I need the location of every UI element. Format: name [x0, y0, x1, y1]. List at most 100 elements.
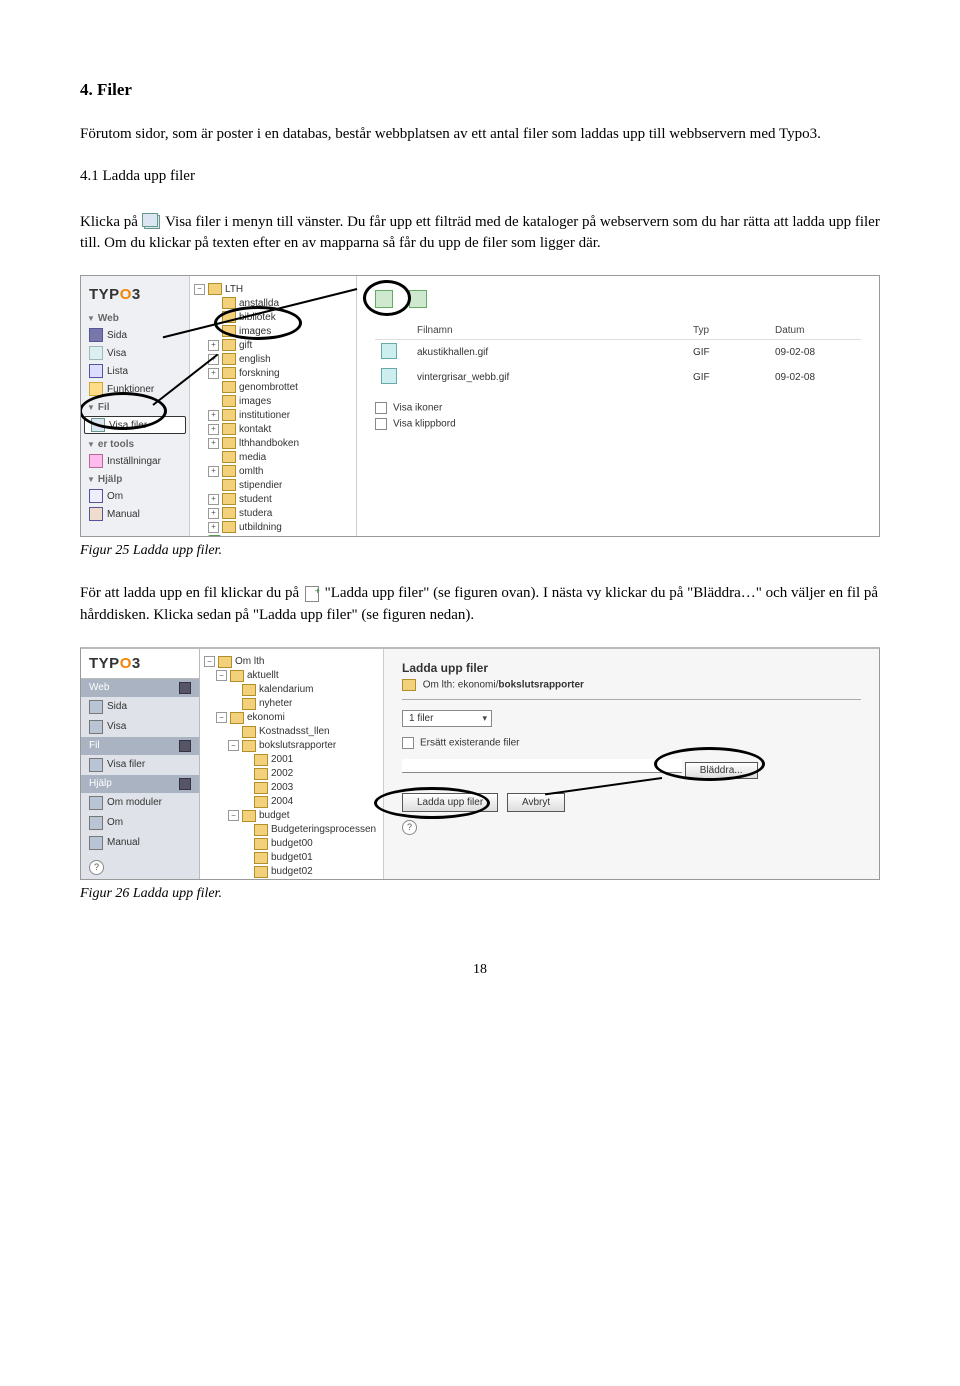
sidebar-item-visa-filer[interactable]: Visa filer — [84, 416, 186, 434]
tree-item[interactable]: 2003 — [204, 781, 379, 795]
tree-item[interactable]: budget02 — [204, 865, 379, 879]
tree-root[interactable]: −Om lth — [204, 655, 379, 669]
folder-icon — [242, 740, 256, 752]
tree-item[interactable]: Läs om trädstrukturen — [194, 534, 352, 536]
file-path-input[interactable] — [402, 759, 682, 773]
folder-icon — [208, 283, 222, 295]
tree-item[interactable]: budget01 — [204, 851, 379, 865]
tree-item[interactable]: media — [194, 450, 352, 464]
tree-item[interactable]: −bokslutsrapporter — [204, 739, 379, 753]
table-row[interactable]: vintergrisar_webb.gifGIF09-02-08 — [375, 365, 861, 390]
sidebar-item-installningar[interactable]: Inställningar — [81, 452, 189, 470]
tree-item[interactable]: stipendier — [194, 478, 352, 492]
cancel-button[interactable]: Avbryt — [507, 793, 565, 812]
sidebar-section-fil: ▼Fil — [81, 398, 189, 415]
sidebar-item-om[interactable]: Om — [81, 813, 199, 833]
fig25-tree: −LTH anstalldabibliotekimages+gift+engli… — [190, 276, 357, 536]
folder-icon — [222, 423, 236, 435]
expand-icon[interactable]: + — [208, 508, 219, 519]
para-intro: Förutom sidor, som är poster i en databa… — [80, 124, 880, 146]
expand-icon[interactable]: + — [208, 340, 219, 351]
list-icon — [89, 364, 103, 378]
upload-file-icon[interactable] — [375, 290, 393, 308]
checkbox-visa-ikoner[interactable] — [375, 402, 387, 414]
folder-icon — [222, 367, 236, 379]
tree-item[interactable]: +forskning — [194, 366, 352, 380]
tree-item[interactable]: budget00 — [204, 837, 379, 851]
tree-item[interactable]: Kostnadsst_llen — [204, 725, 379, 739]
sidebar-head-web[interactable]: Web — [81, 679, 199, 697]
sidebar-item-visa[interactable]: Visa — [81, 344, 189, 362]
logo-text1: TYP — [89, 655, 120, 672]
collapse-icon[interactable] — [179, 740, 191, 752]
expand-icon[interactable]: − — [228, 810, 239, 821]
view-options: Visa ikoner Visa klippbord — [375, 402, 861, 430]
tree-item[interactable]: kalendarium — [204, 683, 379, 697]
tree-item[interactable]: 2002 — [204, 767, 379, 781]
file-count-select[interactable]: 1 filer — [402, 710, 492, 727]
label-visa-ikoner: Visa ikoner — [393, 403, 442, 414]
help-icon[interactable]: ? — [402, 820, 417, 835]
tree-item[interactable]: +institutioner — [194, 408, 352, 422]
tree-item[interactable]: genombrottet — [194, 380, 352, 394]
sidebar-item-manual[interactable]: Manual — [81, 505, 189, 523]
expand-icon[interactable]: − — [216, 712, 227, 723]
expand-icon[interactable]: + — [208, 466, 219, 477]
sidebar-section-hjalp: ▼Hjälp — [81, 470, 189, 487]
tree-item[interactable]: nyheter — [204, 697, 379, 711]
new-folder-icon[interactable] — [409, 290, 427, 308]
sidebar-help-icon[interactable]: ? — [81, 857, 199, 878]
expand-icon[interactable]: + — [208, 494, 219, 505]
sidebar-item-manual[interactable]: Manual — [81, 833, 199, 853]
tree-item[interactable]: +utbildning — [194, 520, 352, 534]
tree-item[interactable]: +lthhandboken — [194, 436, 352, 450]
tree-item[interactable]: −aktuellt — [204, 669, 379, 683]
sidebar-item-visa-filer[interactable]: Visa filer — [81, 755, 199, 775]
sidebar-item-lista[interactable]: Lista — [81, 362, 189, 380]
cell-filnamn: akustikhallen.gif — [411, 340, 687, 366]
sidebar-item-om[interactable]: Om — [81, 487, 189, 505]
upload-button[interactable]: Ladda upp filer — [402, 793, 498, 812]
expand-icon[interactable]: + — [208, 522, 219, 533]
checkbox-visa-klippbord[interactable] — [375, 418, 387, 430]
tree-item[interactable]: 2001 — [204, 753, 379, 767]
expand-icon[interactable]: − — [228, 740, 239, 751]
tree-item[interactable]: +studera — [194, 506, 352, 520]
tree-item[interactable]: +kontakt — [194, 422, 352, 436]
tree-item[interactable]: images — [194, 324, 352, 338]
typo3-logo: TYPO3 — [81, 649, 199, 679]
collapse-icon[interactable] — [179, 682, 191, 694]
tree-item[interactable]: −ekonomi — [204, 711, 379, 725]
tree-item[interactable]: +omlth — [194, 464, 352, 478]
sidebar-item-om-moduler[interactable]: Om moduler — [81, 793, 199, 813]
fig26-sidebar: TYPO3 Web Sida Visa Fil Visa filer Hjälp… — [81, 649, 200, 879]
sidebar-item-visa[interactable]: Visa — [81, 717, 199, 737]
folder-icon — [222, 297, 236, 309]
browse-button[interactable]: Bläddra... — [685, 762, 758, 779]
expand-icon[interactable]: + — [208, 368, 219, 379]
collapse-icon[interactable]: − — [204, 656, 215, 667]
tree-item[interactable]: 2004 — [204, 795, 379, 809]
tree-item[interactable]: images — [194, 394, 352, 408]
tree-item[interactable]: +student — [194, 492, 352, 506]
sidebar-item-sida[interactable]: Sida — [81, 697, 199, 717]
expand-icon[interactable]: + — [208, 438, 219, 449]
folder-icon — [218, 656, 232, 668]
expand-icon[interactable]: − — [216, 670, 227, 681]
sidebar-expandera-alla[interactable]: Expandera alla — [81, 878, 199, 880]
files-icon — [144, 215, 160, 229]
folder-icon — [222, 381, 236, 393]
collapse-icon[interactable]: − — [194, 284, 205, 295]
sidebar-head-hjalp[interactable]: Hjälp — [81, 775, 199, 793]
tree-item[interactable]: −budget — [204, 809, 379, 823]
fig26-tree: −Om lth −aktuelltkalendariumnyheter−ekon… — [200, 649, 384, 879]
expand-icon[interactable]: + — [208, 410, 219, 421]
expand-icon[interactable]: + — [208, 424, 219, 435]
th-filnamn: Filnamn — [411, 322, 687, 340]
tree-item[interactable]: Budgeteringsprocessen — [204, 823, 379, 837]
sidebar-head-fil[interactable]: Fil — [81, 737, 199, 755]
collapse-icon[interactable] — [179, 778, 191, 790]
checkbox-replace[interactable] — [402, 737, 414, 749]
tree-item[interactable]: +gift — [194, 338, 352, 352]
table-row[interactable]: akustikhallen.gifGIF09-02-08 — [375, 340, 861, 366]
